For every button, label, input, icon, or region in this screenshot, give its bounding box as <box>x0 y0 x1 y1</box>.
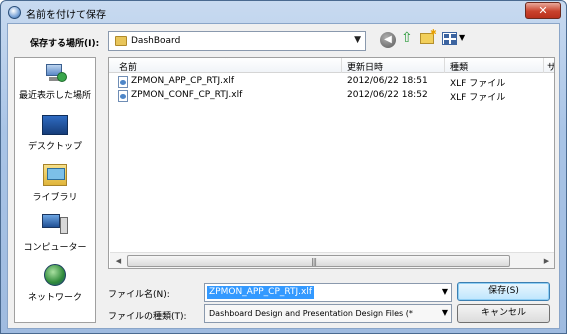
save-in-label: 保存する場所(I): <box>30 39 100 49</box>
chevron-down-icon: ▼ <box>441 308 448 317</box>
file-row[interactable]: ZPMON_CONF_CP_RTJ.xlf 2012/06/22 18:52 X… <box>109 89 554 103</box>
window-title: 名前を付けて保存 <box>26 10 106 21</box>
place-libraries[interactable]: ライブラリ <box>15 164 95 203</box>
dialog-body: 保存する場所(I): DashBoard ▼ ◀ ⇧ ✱ ▼ 最近表示した場所 … <box>7 23 560 329</box>
filetype-value: Dashboard Design and Presentation Design… <box>209 309 413 318</box>
dialog-icon <box>8 6 21 19</box>
column-header-modified[interactable]: 更新日時 <box>347 60 383 73</box>
file-list[interactable]: ⌃ 名前 更新日時 種類 サ ZPMON_APP_CP_RTJ.xlf 2012… <box>108 57 555 269</box>
column-header-name[interactable]: 名前 <box>119 60 137 73</box>
place-desktop[interactable]: デスクトップ <box>15 115 95 152</box>
scrollbar-grip-icon: ||| <box>311 257 317 266</box>
view-chevron-down-icon[interactable]: ▼ <box>459 33 465 42</box>
place-label: コンピューター <box>23 243 87 253</box>
filetype-select[interactable]: Dashboard Design and Presentation Design… <box>204 304 452 323</box>
recent-places-icon <box>44 64 67 84</box>
file-name: ZPMON_APP_CP_RTJ.xlf <box>131 76 235 86</box>
cancel-button[interactable]: キャンセル <box>457 304 550 323</box>
scrollbar-thumb[interactable]: ||| <box>127 255 510 267</box>
place-recent[interactable]: 最近表示した場所 <box>15 64 95 101</box>
save-as-dialog: 名前を付けて保存 ✕ 保存する場所(I): DashBoard ▼ ◀ ⇧ ✱ … <box>0 0 567 334</box>
network-icon <box>44 264 66 286</box>
place-label: デスクトップ <box>27 142 82 152</box>
place-label: ネットワーク <box>27 293 82 303</box>
column-header-type[interactable]: 種類 <box>450 60 468 73</box>
place-computer[interactable]: コンピューター <box>15 214 95 253</box>
column-header-row: ⌃ 名前 更新日時 種類 サ <box>109 58 554 73</box>
filename-label: ファイル名(N): <box>108 290 170 300</box>
scroll-left-icon[interactable]: ◀ <box>111 254 126 268</box>
file-row[interactable]: ZPMON_APP_CP_RTJ.xlf 2012/06/22 18:51 XL… <box>109 75 554 89</box>
file-name: ZPMON_CONF_CP_RTJ.xlf <box>131 90 243 100</box>
close-button[interactable]: ✕ <box>525 2 561 19</box>
save-in-dropdown[interactable]: DashBoard ▼ <box>108 31 366 51</box>
filename-input[interactable]: ZPMON_APP_CP_RTJ.xlf ▼ <box>204 283 452 302</box>
save-in-value: DashBoard <box>131 36 181 46</box>
sort-ascending-icon: ⌃ <box>223 57 230 64</box>
chevron-down-icon[interactable]: ▼ <box>442 287 448 296</box>
filetype-label: ファイルの種類(T): <box>108 312 187 322</box>
save-button[interactable]: 保存(S) <box>457 282 550 301</box>
title-bar: 名前を付けて保存 ✕ <box>1 1 566 23</box>
place-label: 最近表示した場所 <box>18 91 91 101</box>
computer-icon <box>42 214 68 236</box>
close-icon: ✕ <box>538 4 548 17</box>
xlf-file-icon <box>118 90 128 102</box>
place-label: ライブラリ <box>32 193 78 203</box>
column-header-size[interactable]: サ <box>547 60 554 73</box>
view-menu-icon[interactable] <box>442 32 457 45</box>
place-network[interactable]: ネットワーク <box>15 264 95 303</box>
places-bar: 最近表示した場所 デスクトップ ライブラリ コンピューター ネットワーク <box>14 57 96 323</box>
new-folder-spark-icon: ✱ <box>430 28 437 37</box>
file-modified: 2012/06/22 18:52 <box>347 90 428 100</box>
xlf-file-icon <box>118 76 128 88</box>
desktop-icon <box>42 115 68 135</box>
horizontal-scrollbar[interactable]: ◀ ||| ▶ <box>110 252 554 268</box>
folder-icon <box>115 36 127 46</box>
chevron-down-icon: ▼ <box>354 35 361 45</box>
file-type: XLF ファイル <box>450 79 506 89</box>
libraries-icon <box>43 164 67 186</box>
file-modified: 2012/06/22 18:51 <box>347 76 428 86</box>
filename-value: ZPMON_APP_CP_RTJ.xlf <box>207 286 315 299</box>
file-type: XLF ファイル <box>450 93 506 103</box>
up-folder-icon[interactable]: ⇧ <box>401 30 413 46</box>
scroll-right-icon[interactable]: ▶ <box>539 254 554 268</box>
back-icon[interactable]: ◀ <box>380 32 396 48</box>
